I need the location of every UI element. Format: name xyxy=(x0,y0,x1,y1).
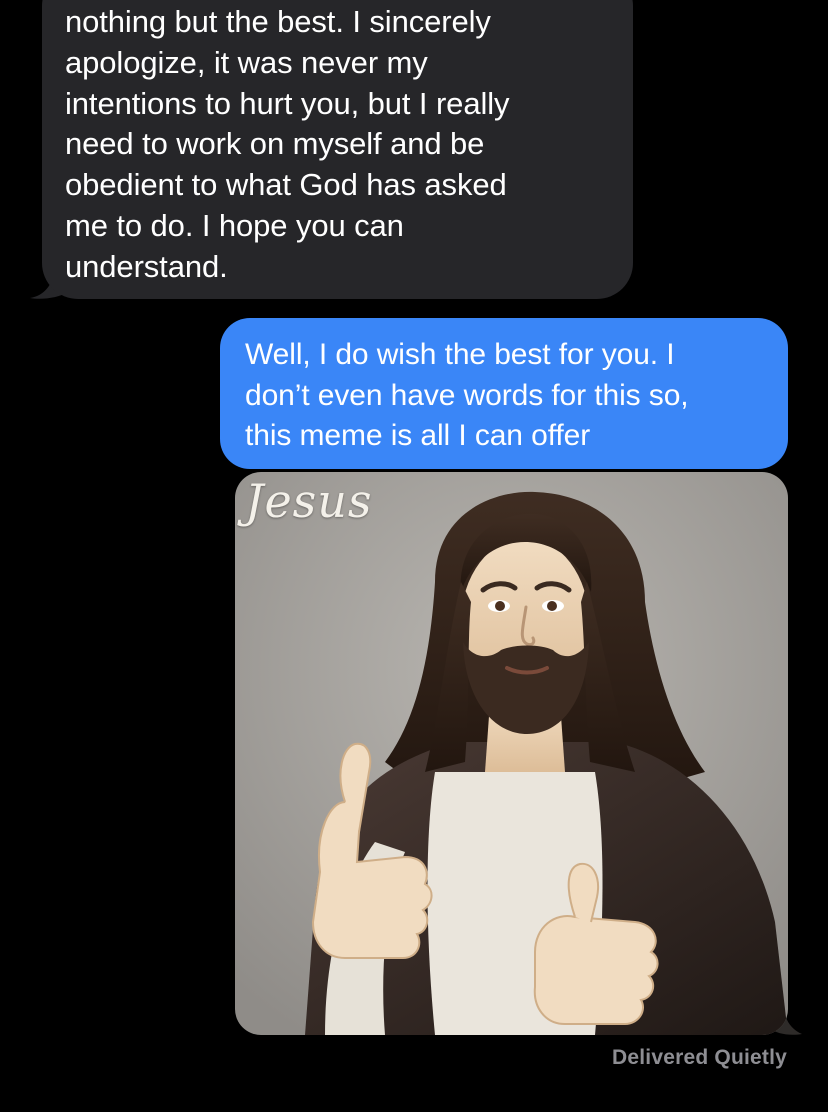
outgoing-message-text: Well, I do wish the best for you. I don’… xyxy=(245,338,689,452)
thumbs-up-jesus-meme-image xyxy=(235,472,788,1035)
message-thread: nothing but the best. I sincerely apolog… xyxy=(0,0,828,1112)
delivery-status: Delivered Quietly xyxy=(612,1046,787,1069)
outgoing-message-bubble[interactable]: Well, I do wish the best for you. I don’… xyxy=(220,318,788,469)
incoming-message-bubble[interactable]: nothing but the best. I sincerely apolog… xyxy=(42,0,633,299)
meme-caption: Jesus xyxy=(245,474,373,528)
incoming-message-text: nothing but the best. I sincerely apolog… xyxy=(65,4,510,284)
meme-image-message[interactable]: Jesus xyxy=(235,472,788,1035)
